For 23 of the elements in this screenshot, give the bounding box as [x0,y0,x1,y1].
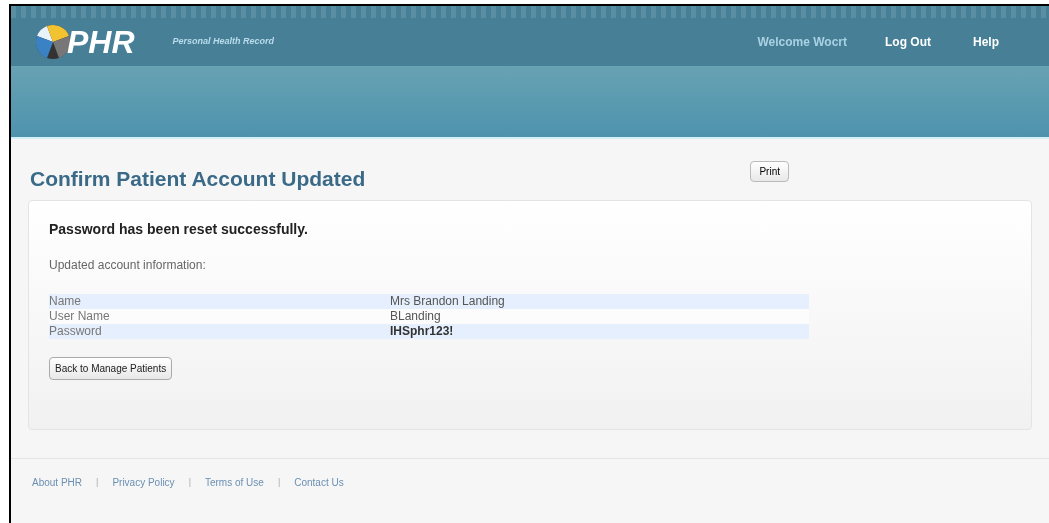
field-value: Mrs Brandon Landing [390,294,505,309]
field-label: Password [49,324,103,339]
separator: | [277,475,281,489]
nav-link[interactable]: Log Out [885,33,931,51]
footer-link[interactable]: Contact Us [294,475,344,490]
nav-link[interactable]: Help [973,33,999,51]
footer-link[interactable]: Privacy Policy [112,475,175,490]
success-message: Password has been reset successfully. [49,220,309,239]
footer-link[interactable]: About PHR [32,475,83,490]
field-label: Name [49,294,82,309]
welcome-text: Welcome Wocrt [757,34,847,51]
print-button[interactable]: Print [750,161,789,182]
separator: | [96,475,99,489]
field-value: IHSphr123! [390,324,454,339]
field-value: BLanding [390,309,441,324]
footer-link[interactable]: Terms of Use [204,475,264,490]
logo-text: PHR [67,26,135,58]
tagline: Personal Health Record [172,35,275,49]
page-title: Confirm Patient Account Updated [30,165,366,192]
field-label: User Name [49,309,111,324]
intro-text: Updated account information: [49,257,207,274]
back-button[interactable]: Back to Manage Patients [49,357,173,380]
separator: | [188,475,191,489]
